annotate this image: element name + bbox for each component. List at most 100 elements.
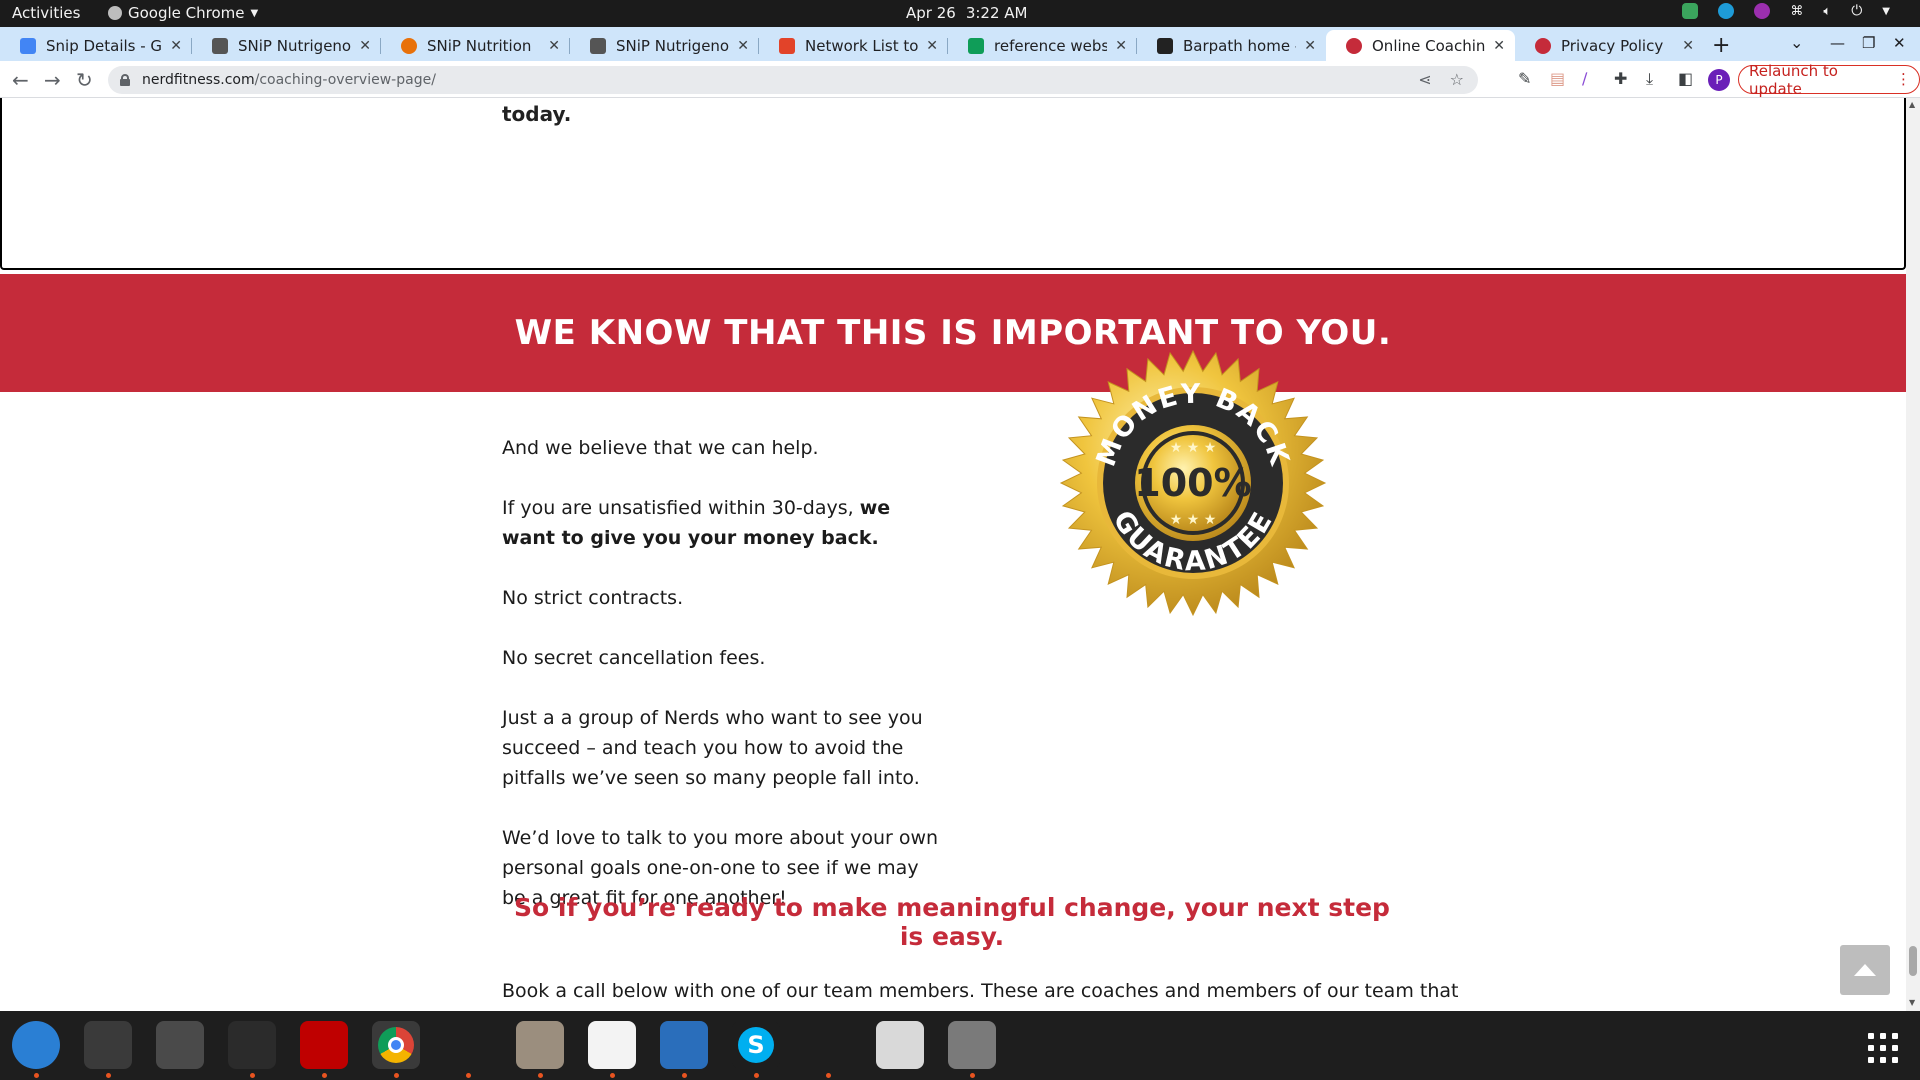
running-indicator [538,1073,543,1078]
bookmark-star-icon[interactable]: ☆ [1450,70,1464,89]
show-apps-grid-icon[interactable] [1868,1033,1898,1063]
tab-snip-details[interactable]: Snip Details - Goo ✕ [0,30,192,61]
thunderbird-icon[interactable] [12,1021,60,1069]
previous-section-box: today. [0,98,1906,270]
tab-snip-nutrition[interactable]: SNiP Nutrition ✕ [381,30,570,61]
restore-button[interactable]: ❐ [1862,34,1875,52]
close-icon[interactable]: ✕ [737,38,749,54]
chrome-icon[interactable] [372,1021,420,1069]
files-icon[interactable] [516,1021,564,1069]
extension-2-icon[interactable]: ▤ [1550,69,1565,88]
back-button[interactable]: ← [12,68,29,92]
close-icon[interactable]: ✕ [359,38,371,54]
clock-time: 3:22 AM [965,4,1028,22]
running-indicator [466,1073,471,1078]
tab-snip-nutrigenomics-1[interactable]: SNiP Nutrigenomi ✕ [192,30,381,61]
forward-button[interactable]: → [44,68,61,92]
profile-avatar[interactable]: P [1708,69,1730,91]
tab-privacy-policy[interactable]: Privacy Policy ✕ [1515,30,1704,61]
tray-app-blue-icon[interactable] [1718,3,1735,19]
badge-center-text: 100% [1134,461,1251,505]
tab-reference-website[interactable]: reference website ✕ [948,30,1137,61]
close-icon[interactable]: ✕ [1304,38,1316,54]
eyedropper-extension-icon[interactable]: ✎ [1518,69,1531,88]
relaunch-to-update-button[interactable]: Relaunch to update ⋮ [1738,62,1920,98]
running-indicator [610,1073,615,1078]
paragraph-contracts: No strict contracts. [502,587,684,609]
tab-network-list[interactable]: Network List to Ac ✕ [759,30,948,61]
window-close-button[interactable]: ✕ [1893,34,1906,52]
chevron-down-icon: ▼ [250,7,259,19]
google-docs-icon [20,37,36,54]
text-editor-icon[interactable] [588,1021,636,1069]
reload-button[interactable]: ↻ [76,68,93,92]
previous-section-text: today. [502,102,572,126]
network-icon[interactable]: ⌘ [1790,4,1803,19]
system-monitor-icon[interactable] [228,1021,276,1069]
close-icon[interactable]: ✕ [1493,38,1505,54]
scroll-down-arrow-icon[interactable]: ▼ [1909,998,1915,1007]
book-call-text: Book a call below with one of our team m… [502,980,1459,1002]
disks-icon[interactable] [948,1021,996,1069]
tab-label: Network List to Ac [805,36,919,55]
page-scrollbar[interactable]: ▲ ▼ [1906,98,1920,1011]
running-indicator [106,1073,111,1078]
close-icon[interactable]: ✕ [170,38,182,54]
libreoffice-writer-icon[interactable] [660,1021,708,1069]
address-bar[interactable]: nerdfitness.com/coaching-overview-page/ … [108,66,1478,94]
close-icon[interactable]: ✕ [1682,38,1694,54]
tab-search-button[interactable]: ⌄ [1790,33,1803,52]
extensions-puzzle-icon[interactable]: ✚ [1614,69,1627,88]
tray-app-purple-icon[interactable] [1754,3,1771,19]
url-path: /coaching-overview-page/ [254,72,436,88]
close-icon[interactable]: ✕ [548,38,560,54]
vscode-icon[interactable] [444,1021,492,1069]
close-icon[interactable]: ✕ [926,38,938,54]
tab-label: SNiP Nutrigenomi [616,36,730,55]
share-icon[interactable]: ⋖ [1418,70,1431,89]
filezilla-icon[interactable] [300,1021,348,1069]
paragraph-help: And we believe that we can help. [502,437,819,459]
scroll-to-top-button[interactable] [1840,945,1890,995]
guarantee-copy: And we believe that we can help. If you … [502,433,942,943]
clock[interactable]: Apr 26 3:22 AM [906,4,1027,22]
scroll-up-arrow-icon[interactable]: ▲ [1909,100,1915,109]
chevron-down-icon[interactable]: ▼ [1882,6,1890,17]
tab-label: Barpath home - Ba [1183,36,1296,55]
tab-label: SNiP Nutrition [427,36,532,55]
image-viewer-icon[interactable] [876,1021,924,1069]
tab-snip-nutrigenomics-2[interactable]: SNiP Nutrigenomi ✕ [570,30,759,61]
system-tray[interactable]: ⌘ 🔈︎ ⏻ ▼ [1682,3,1890,19]
tray-app-green-icon[interactable] [1682,3,1699,19]
pen-extension-icon[interactable]: ∕ [1582,69,1587,88]
running-indicator [34,1073,39,1078]
power-icon[interactable]: ⏻ [1851,3,1862,19]
tab-label: Snip Details - Goo [46,36,163,55]
refund-plain-text: If you are unsatisfied within 30-days, [502,497,860,519]
terminal-icon[interactable] [84,1021,132,1069]
running-indicator [682,1073,687,1078]
google-sheets-icon [968,37,984,54]
minimize-button[interactable]: — [1830,34,1845,52]
calculator-icon[interactable] [156,1021,204,1069]
clock-date: Apr 26 [906,4,956,22]
download-icon[interactable]: ⤓ [1646,69,1653,89]
activities-button[interactable]: Activities [12,4,80,22]
running-indicator [250,1073,255,1078]
tab-online-coaching[interactable]: Online Coaching: ✕ [1326,30,1515,61]
lock-icon[interactable] [120,74,130,86]
app-menu[interactable]: Google Chrome ▼ [108,4,258,22]
scrollbar-thumb[interactable] [1909,946,1917,976]
paragraph-refund: If you are unsatisfied within 30-days, w… [502,493,942,553]
side-panel-icon[interactable]: ◧ [1678,69,1693,88]
tab-barpath-home[interactable]: Barpath home - Ba ✕ [1137,30,1326,61]
skype-icon[interactable]: S [732,1021,780,1069]
barpath-logo-icon [1157,37,1173,54]
close-icon[interactable]: ✕ [1115,38,1127,54]
blender-like-icon[interactable] [804,1021,852,1069]
running-indicator [970,1073,975,1078]
volume-icon[interactable]: 🔈︎ [1823,4,1831,19]
kebab-menu-icon[interactable]: ⋮ [1896,70,1911,88]
new-tab-button[interactable]: + [1712,33,1730,58]
relaunch-label: Relaunch to update [1749,61,1838,98]
